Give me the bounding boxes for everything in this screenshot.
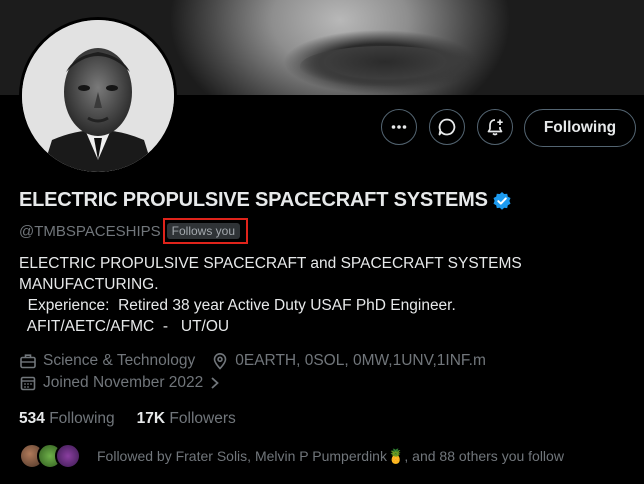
profile-joined-date: Joined November 2022 — [43, 374, 204, 391]
profile-handle: @TMBSPACESHIPS — [19, 222, 161, 240]
bell-plus-icon — [487, 119, 503, 136]
avatar-portrait — [22, 20, 174, 172]
followers-count: 17K — [136, 410, 166, 427]
bio-line: MANUFACTURING. — [19, 276, 159, 293]
follow-stats: 534 Following 17K Followers — [19, 410, 236, 428]
following-label: Following — [49, 410, 115, 427]
message-bubble-icon — [438, 118, 456, 136]
bio-line: Experience: Retired 38 year Active Duty … — [19, 297, 456, 314]
profile-bio: ELECTRIC PROPULSIVE SPACECRAFT and SPACE… — [19, 253, 619, 337]
meta-row-category-location: Science & Technology 0EARTH, 0SOL, 0MW,1… — [19, 352, 486, 370]
handle-row: @TMBSPACESHIPS Follows you — [19, 218, 249, 244]
profile-name-row: ELECTRIC PROPULSIVE SPACECRAFT SYSTEMS — [19, 189, 512, 212]
banner-mustache — [300, 46, 470, 86]
message-button[interactable] — [429, 109, 465, 145]
verified-badge-icon[interactable] — [492, 191, 512, 211]
calendar-icon — [20, 376, 36, 391]
chevron-right-icon[interactable] — [209, 376, 221, 390]
followers-stat-link[interactable]: 17K Followers — [137, 410, 236, 428]
profile-category[interactable]: Science & Technology — [43, 352, 195, 370]
followed-by-row[interactable]: Followed by Frater Solis, Melvin P Pumpe… — [19, 443, 564, 469]
briefcase-icon — [20, 354, 36, 369]
notifications-button[interactable] — [477, 109, 513, 145]
follows-you-badge: Follows you — [166, 223, 241, 239]
mini-avatar — [55, 443, 81, 469]
following-button[interactable]: Following — [524, 109, 636, 147]
followers-label: Followers — [169, 410, 236, 427]
following-stat-link[interactable]: 534 Following — [19, 410, 115, 428]
follows-you-highlight: Follows you — [162, 218, 249, 244]
profile-display-name: ELECTRIC PROPULSIVE SPACECRAFT SYSTEMS — [19, 189, 488, 211]
profile-location: 0EARTH, 0SOL, 0MW,1UNV,1INF.m — [235, 352, 486, 369]
followed-by-avatars — [19, 443, 81, 469]
profile-avatar[interactable] — [19, 17, 177, 175]
following-count: 534 — [19, 410, 45, 427]
location-pin-icon — [213, 353, 227, 370]
bio-line: AFIT/AETC/AFMC - UT/OU — [19, 318, 230, 335]
followed-by-text: Followed by Frater Solis, Melvin P Pumpe… — [97, 447, 564, 464]
meta-row-joined: Joined November 2022 — [19, 374, 227, 392]
bio-line: ELECTRIC PROPULSIVE SPACECRAFT and SPACE… — [19, 255, 522, 272]
more-options-button[interactable] — [381, 109, 417, 145]
more-horizontal-icon — [391, 125, 407, 129]
